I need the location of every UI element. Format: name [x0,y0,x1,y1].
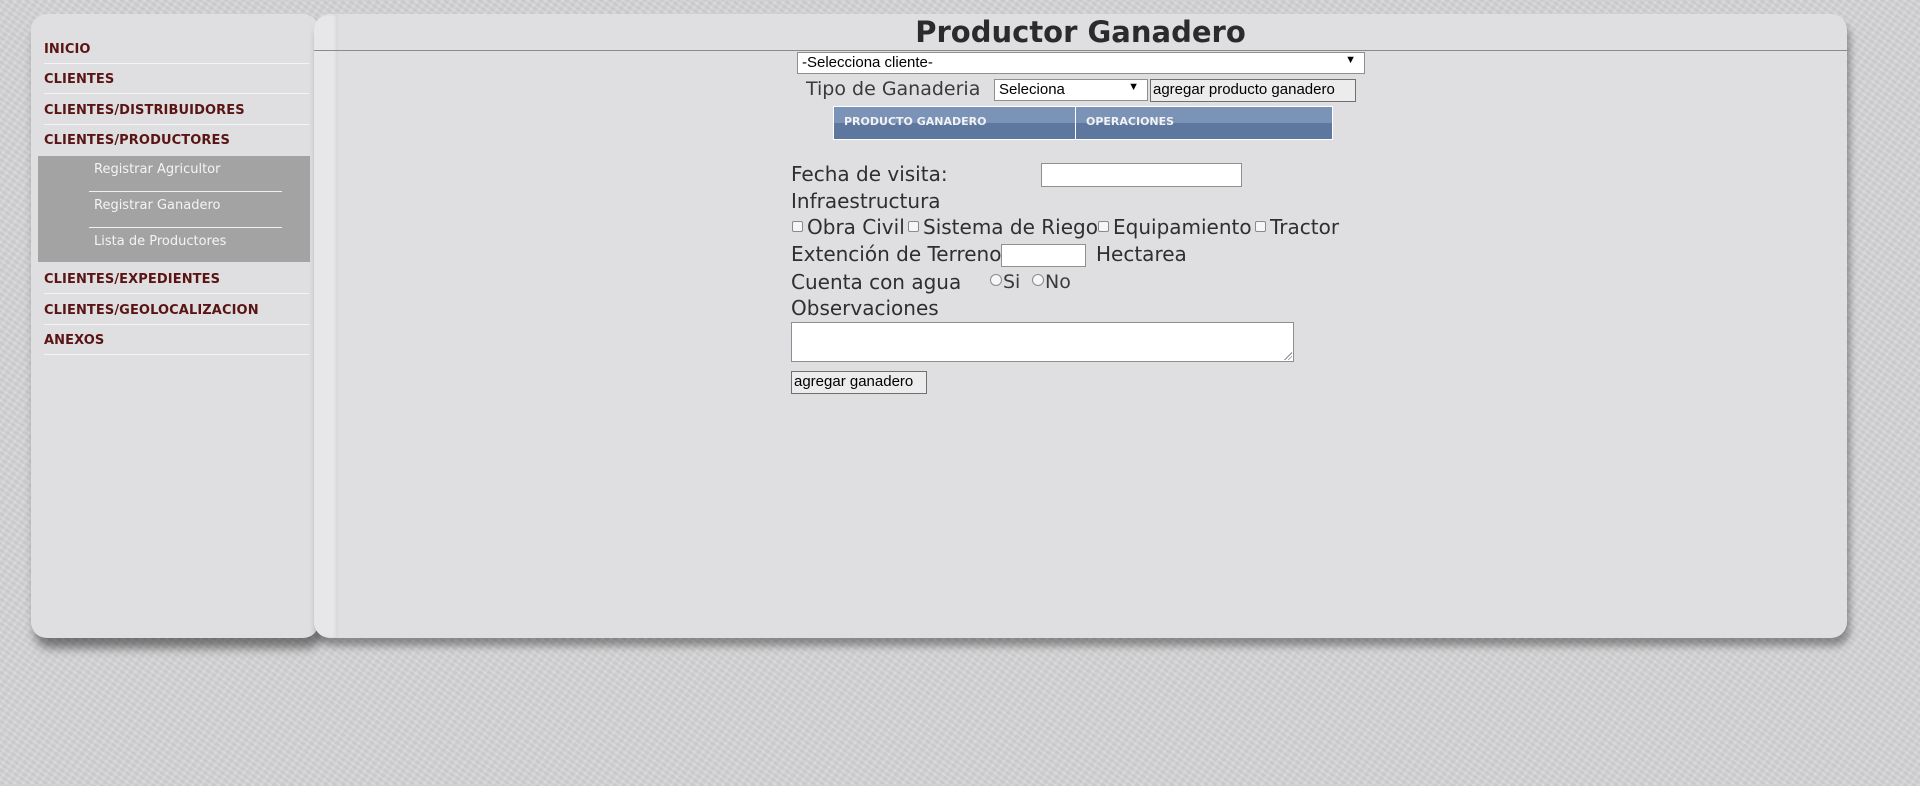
submenu-item-lista-productores[interactable]: Lista de Productores [89,228,282,264]
chevron-down-icon: ▼ [1345,54,1356,66]
productores-submenu: Registrar Agricultor Registrar Ganadero … [38,156,310,262]
submenu-item-label: Lista de Productores [94,234,227,249]
title-divider [314,50,1847,51]
client-select-value: -Selecciona cliente- [802,54,933,71]
submenu-item-label: Registrar Agricultor [94,162,221,177]
tipo-ganaderia-select[interactable]: Seleciona ▼ [994,79,1148,101]
sidebar-item-label: INICIO [44,42,91,57]
sidebar-nav: INICIO CLIENTES CLIENTES/DISTRIBUIDORES … [31,14,319,638]
sidebar-item-anexos[interactable]: ANEXOS [44,325,309,355]
agua-no-label: No [1045,271,1071,293]
observaciones-label: Observaciones [791,296,939,320]
submenu-item-registrar-ganadero[interactable]: Registrar Ganadero [89,192,282,228]
fecha-visita-label: Fecha de visita: [791,162,948,186]
submenu-item-registrar-agricultor[interactable]: Registrar Agricultor [89,156,282,192]
tractor-checkbox[interactable] [1255,221,1266,232]
obra-civil-label: Obra Civil [807,215,905,239]
sidebar-item-geolocalizacion[interactable]: CLIENTES/GEOLOCALIZACION [44,295,309,325]
sidebar-item-productores[interactable]: CLIENTES/PRODUCTORES [44,125,309,155]
agregar-ganadero-button[interactable]: agregar ganadero [791,371,927,394]
equipamiento-checkbox[interactable] [1098,221,1109,232]
sidebar-item-label: ANEXOS [44,333,105,348]
chevron-down-icon: ▼ [1128,81,1139,93]
agua-si-label: Si [1003,271,1021,293]
sidebar-item-inicio[interactable]: INICIO [44,34,309,64]
table-column-divider [1075,107,1076,139]
sidebar-item-label: CLIENTES/GEOLOCALIZACION [44,303,259,318]
submenu-item-label: Registrar Ganadero [94,198,221,213]
tipo-ganaderia-label: Tipo de Ganaderia [806,78,981,100]
obra-civil-checkbox[interactable] [792,221,803,232]
infraestructura-label: Infraestructura [791,189,941,213]
cuenta-agua-label: Cuenta con agua [791,270,962,294]
sidebar-item-label: CLIENTES/DISTRIBUIDORES [44,103,245,118]
tractor-label: Tractor [1270,215,1340,239]
agua-no-radio[interactable] [1032,274,1044,286]
tipo-ganaderia-select-value: Seleciona [999,81,1065,98]
sidebar-item-distribuidores[interactable]: CLIENTES/DISTRIBUIDORES [44,95,309,125]
sidebar-item-label: CLIENTES [44,72,115,87]
producto-ganadero-table: PRODUCTO GANADERO OPERACIONES [833,106,1333,140]
equipamiento-label: Equipamiento [1113,215,1252,239]
sidebar-item-label: CLIENTES/PRODUCTORES [44,133,230,148]
page-title: Productor Ganadero [915,15,1246,49]
table-header-operaciones: OPERACIONES [1086,115,1175,128]
sidebar-item-expedientes[interactable]: CLIENTES/EXPEDIENTES [44,264,309,294]
sidebar-item-clientes[interactable]: CLIENTES [44,64,309,94]
sistema-riego-label: Sistema de Riego [923,215,1098,239]
sidebar-item-label: CLIENTES/EXPEDIENTES [44,272,221,287]
main-panel: Productor Ganadero -Selecciona cliente- … [314,14,1847,638]
extension-terreno-input[interactable] [1001,244,1086,267]
sistema-riego-checkbox[interactable] [908,221,919,232]
hectarea-label: Hectarea [1096,242,1187,266]
agua-si-radio[interactable] [990,274,1002,286]
observaciones-textarea[interactable] [791,322,1294,362]
extension-terreno-label: Extención de Terreno [791,242,1002,266]
add-producto-ganadero-button[interactable]: agregar producto ganadero [1150,79,1356,102]
panel-edge-strip [314,14,338,638]
resize-grip-icon[interactable] [1284,352,1292,360]
client-select[interactable]: -Selecciona cliente- ▼ [797,52,1365,74]
fecha-visita-input[interactable] [1041,163,1242,187]
table-header-producto: PRODUCTO GANADERO [844,115,987,128]
